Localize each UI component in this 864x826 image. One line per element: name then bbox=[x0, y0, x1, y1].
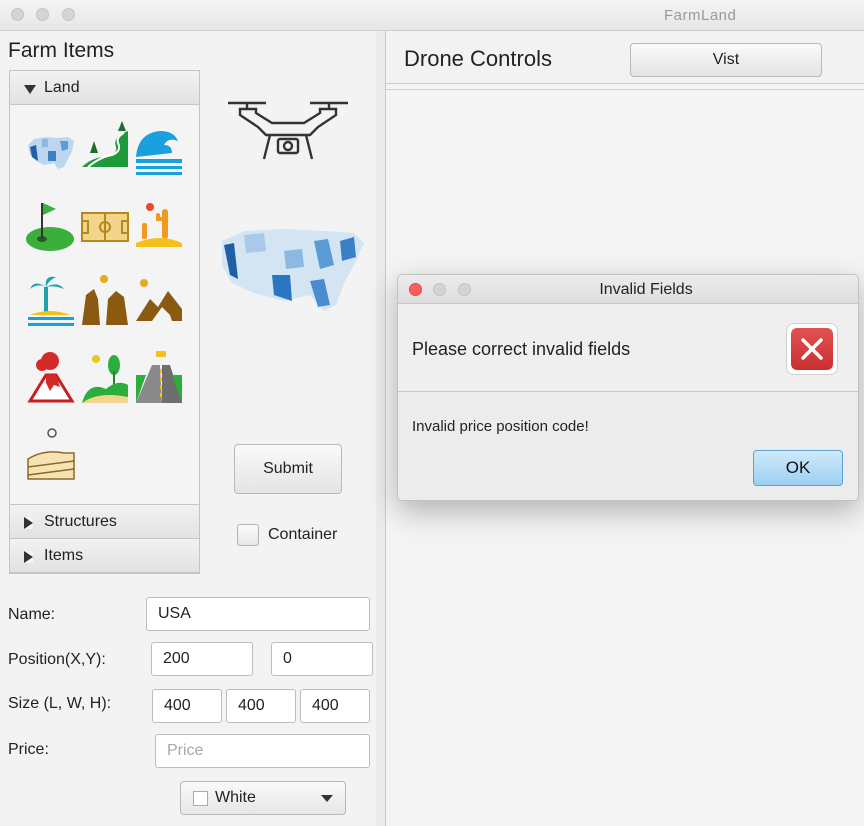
color-picker[interactable]: White bbox=[180, 781, 346, 815]
divider bbox=[386, 89, 864, 90]
minimize-window-button[interactable] bbox=[36, 8, 49, 21]
chevron-right-icon bbox=[24, 517, 33, 529]
position-label: Position(X,Y): bbox=[8, 651, 106, 668]
invalid-fields-dialog: Invalid Fields Please correct invalid fi… bbox=[397, 274, 859, 501]
error-icon bbox=[786, 323, 838, 375]
dialog-header: Please correct invalid fields bbox=[398, 304, 858, 392]
section-items-header[interactable]: Items bbox=[10, 539, 199, 573]
drone-controls-header: Drone Controls Vist bbox=[386, 31, 864, 84]
size-height-field[interactable] bbox=[300, 689, 370, 723]
tropical-island-icon[interactable] bbox=[24, 269, 78, 335]
chevron-down-icon bbox=[321, 795, 333, 802]
position-y-field[interactable] bbox=[271, 642, 373, 676]
canyon-icon[interactable] bbox=[78, 269, 132, 335]
zoom-window-button[interactable] bbox=[62, 8, 75, 21]
section-land-header[interactable]: Land bbox=[10, 71, 199, 105]
close-window-button[interactable] bbox=[11, 8, 24, 21]
dialog-message: Invalid price position code! bbox=[412, 418, 589, 435]
window-titlebar: FarmLand bbox=[0, 0, 864, 31]
dialog-heading: Please correct invalid fields bbox=[412, 339, 631, 359]
split-pane-divider[interactable] bbox=[376, 31, 386, 826]
color-label: White bbox=[215, 789, 256, 806]
desert-cactus-icon[interactable] bbox=[132, 193, 186, 259]
section-label: Land bbox=[44, 79, 80, 96]
farm-items-title: Farm Items bbox=[8, 39, 115, 62]
volcano-icon[interactable] bbox=[24, 345, 78, 411]
size-width-field[interactable] bbox=[226, 689, 296, 723]
us-map-icon[interactable] bbox=[24, 117, 78, 183]
ok-button[interactable]: OK bbox=[753, 450, 843, 486]
visit-button[interactable]: Vist bbox=[630, 43, 822, 77]
section-structures-header[interactable]: Structures bbox=[10, 505, 199, 539]
soccer-field-icon[interactable] bbox=[78, 193, 132, 259]
container-checkbox[interactable] bbox=[237, 524, 259, 546]
section-label: Items bbox=[44, 547, 84, 564]
section-label: Structures bbox=[44, 513, 117, 530]
name-label: Name: bbox=[8, 606, 56, 623]
chevron-right-icon bbox=[24, 551, 33, 563]
dialog-titlebar: Invalid Fields bbox=[398, 275, 858, 304]
ocean-wave-icon[interactable] bbox=[132, 117, 186, 183]
mountain-cliff-icon[interactable] bbox=[132, 269, 186, 335]
us-map-icon[interactable] bbox=[214, 221, 366, 321]
farm-items-accordion: Land Structures Items bbox=[9, 70, 200, 574]
container-label: Container bbox=[268, 526, 338, 543]
size-label: Size (L, W, H): bbox=[8, 695, 112, 712]
price-label: Price: bbox=[8, 741, 49, 758]
color-swatch bbox=[193, 791, 208, 806]
golf-course-icon[interactable] bbox=[24, 193, 78, 259]
farm-items-panel: Farm Items Land Structures Items Submit … bbox=[0, 31, 377, 826]
drone-controls-title: Drone Controls bbox=[404, 46, 552, 71]
position-x-field[interactable] bbox=[151, 642, 253, 676]
window-title: FarmLand bbox=[664, 7, 737, 24]
name-field[interactable] bbox=[146, 597, 370, 631]
dialog-title: Invalid Fields bbox=[599, 281, 693, 298]
submit-button[interactable]: Submit bbox=[234, 444, 342, 494]
drone-icon[interactable] bbox=[226, 95, 350, 175]
winding-road-icon[interactable] bbox=[78, 117, 132, 183]
highway-icon[interactable] bbox=[132, 345, 186, 411]
green-hills-icon[interactable] bbox=[78, 345, 132, 411]
chevron-down-icon bbox=[24, 85, 36, 94]
size-length-field[interactable] bbox=[152, 689, 222, 723]
land-items-grid bbox=[10, 105, 199, 505]
farm-field-icon[interactable] bbox=[24, 423, 78, 489]
price-field[interactable] bbox=[155, 734, 370, 768]
